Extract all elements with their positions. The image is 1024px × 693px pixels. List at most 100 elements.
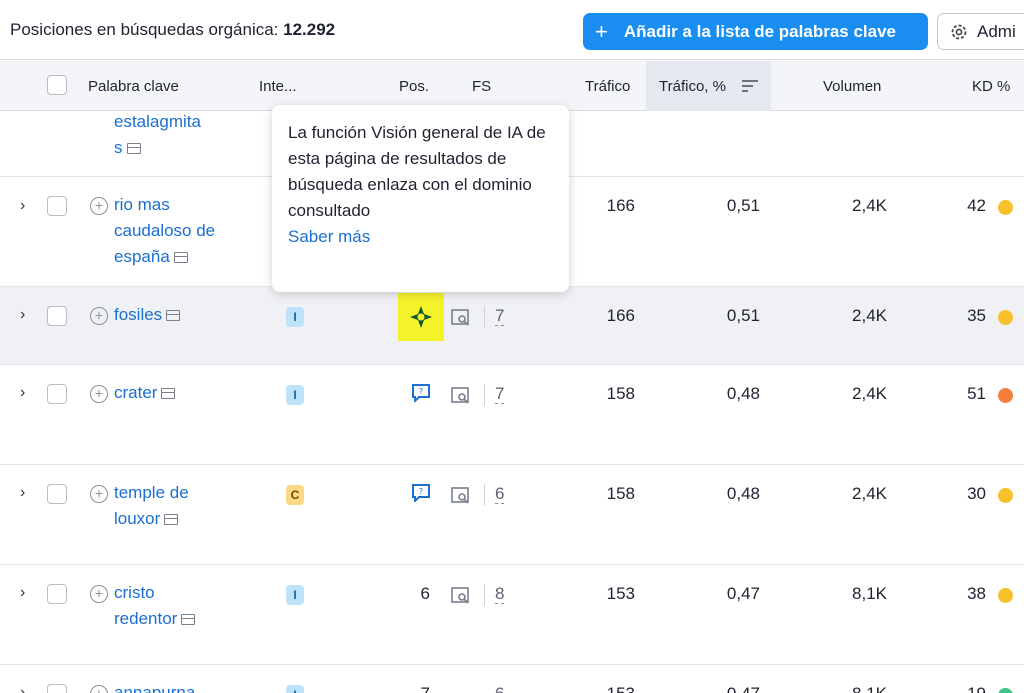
table-row: › + crater I ? 7 158 0,48 2,4K 51 bbox=[0, 365, 1024, 465]
serp-snapshot-icon[interactable] bbox=[181, 614, 196, 626]
serp-snapshot-icon[interactable] bbox=[166, 310, 181, 322]
position-value: 7 bbox=[410, 684, 430, 693]
col-intent[interactable]: Inte... bbox=[259, 78, 297, 95]
featured-snippet-icon[interactable]: ? bbox=[412, 484, 430, 502]
serp-snapshot-icon[interactable] bbox=[173, 252, 188, 264]
keyword-link[interactable]: fosiles bbox=[114, 302, 181, 328]
table-row: › + temple de louxor C ? 6 158 0,48 2,4K… bbox=[0, 465, 1024, 565]
positions-count: 12.292 bbox=[283, 20, 336, 39]
column-separator bbox=[484, 584, 485, 606]
expand-chevron-icon[interactable]: › bbox=[20, 584, 25, 602]
column-separator bbox=[484, 306, 485, 328]
col-volume[interactable]: Volumen bbox=[823, 78, 881, 95]
volume-value: 8,1K bbox=[820, 684, 887, 693]
keyword-link[interactable]: temple de louxor bbox=[114, 480, 189, 532]
col-traffic-percent[interactable]: Tráfico, % bbox=[646, 61, 771, 111]
learn-more-link[interactable]: Saber más bbox=[288, 224, 553, 250]
traffic-percent-value: 0,48 bbox=[726, 384, 760, 403]
kd-indicator bbox=[998, 588, 1013, 603]
row-checkbox[interactable] bbox=[47, 196, 67, 216]
table-header: Palabra clave Inte... Pos. FS Tráfico Tr… bbox=[0, 61, 1024, 111]
kd-value: 35 bbox=[967, 306, 986, 325]
row-checkbox[interactable] bbox=[47, 384, 67, 404]
traffic-percent-value: 0,48 bbox=[726, 484, 760, 503]
featured-snippet-icon[interactable]: ? bbox=[412, 384, 430, 402]
keyword-link[interactable]: crater bbox=[114, 380, 176, 406]
kd-indicator bbox=[998, 200, 1013, 215]
column-separator bbox=[484, 384, 485, 406]
col-fs[interactable]: FS bbox=[472, 78, 491, 95]
expand-chevron-icon[interactable]: › bbox=[20, 306, 25, 324]
column-separator bbox=[484, 484, 485, 506]
row-checkbox[interactable] bbox=[47, 306, 67, 326]
select-all-checkbox[interactable] bbox=[47, 75, 67, 95]
traffic-percent-value: 0,51 bbox=[726, 196, 760, 215]
intent-badge: I bbox=[286, 307, 304, 327]
row-checkbox[interactable] bbox=[47, 584, 67, 604]
col-kd[interactable]: KD % bbox=[972, 78, 1010, 95]
row-checkbox[interactable] bbox=[47, 684, 67, 693]
traffic-percent-value: 0,47 bbox=[726, 584, 760, 603]
intent-badge: I bbox=[286, 385, 304, 405]
serp-features-icon[interactable] bbox=[451, 309, 471, 327]
col-keyword[interactable]: Palabra clave bbox=[88, 78, 179, 95]
volume-value: 2,4K bbox=[852, 196, 887, 215]
add-keyword-icon[interactable]: + bbox=[90, 485, 108, 503]
add-to-keyword-list-button[interactable]: + Añadir a la lista de palabras clave bbox=[583, 13, 928, 50]
serp-snapshot-icon[interactable] bbox=[126, 143, 141, 155]
table-row: › + cristo redentor I 6 8 153 0,47 8,1K … bbox=[0, 565, 1024, 665]
add-keyword-icon[interactable]: + bbox=[90, 685, 108, 693]
row-checkbox[interactable] bbox=[47, 484, 67, 504]
volume-value: 8,1K bbox=[852, 584, 887, 603]
add-keyword-icon[interactable]: + bbox=[90, 585, 108, 603]
traffic-value: 166 bbox=[606, 196, 635, 215]
keyword-link[interactable]: estalagmita s bbox=[114, 109, 201, 161]
add-keyword-icon[interactable]: + bbox=[90, 307, 108, 325]
fs-count[interactable]: 8 bbox=[495, 585, 505, 604]
add-keyword-icon[interactable]: + bbox=[90, 385, 108, 403]
intent-badge: C bbox=[286, 485, 304, 505]
kd-value: 38 bbox=[967, 584, 986, 603]
serp-features-icon[interactable] bbox=[451, 387, 471, 405]
fs-count[interactable]: 6 bbox=[495, 685, 504, 693]
ai-overview-tooltip: La función Visión general de IA de esta … bbox=[272, 105, 569, 292]
volume-value: 2,4K bbox=[852, 484, 887, 503]
kd-value: 42 bbox=[967, 196, 986, 215]
intent-badge: I bbox=[286, 585, 304, 605]
admin-button[interactable]: Admi bbox=[937, 13, 1024, 50]
kd-indicator bbox=[998, 688, 1013, 693]
kd-indicator bbox=[998, 310, 1013, 325]
col-position[interactable]: Pos. bbox=[399, 78, 429, 95]
expand-chevron-icon[interactable]: › bbox=[20, 384, 25, 402]
kd-indicator bbox=[998, 488, 1013, 503]
kd-value: 19 bbox=[950, 684, 986, 693]
serp-snapshot-icon[interactable] bbox=[161, 388, 176, 400]
serp-features-icon[interactable] bbox=[451, 587, 471, 605]
fs-count[interactable]: 7 bbox=[495, 307, 505, 326]
traffic-value: 166 bbox=[606, 306, 635, 325]
serp-snapshot-icon[interactable] bbox=[164, 514, 179, 526]
keyword-link[interactable]: cristo redentor bbox=[114, 580, 196, 632]
serp-features-icon[interactable] bbox=[451, 487, 471, 505]
volume-value: 2,4K bbox=[852, 384, 887, 403]
expand-chevron-icon[interactable]: › bbox=[20, 197, 25, 215]
ai-overview-icon bbox=[410, 306, 432, 328]
table-row: › + fosiles I 7 166 0,51 2,4K 35 bbox=[0, 287, 1024, 365]
page-title: Posiciones en búsquedas orgánica: 12.292 bbox=[10, 20, 336, 39]
keyword-link[interactable]: annapurna bbox=[114, 680, 195, 693]
expand-chevron-icon[interactable]: › bbox=[20, 484, 25, 502]
fs-count[interactable]: 6 bbox=[495, 485, 505, 504]
traffic-value: 153 bbox=[606, 584, 635, 603]
col-traffic[interactable]: Tráfico bbox=[585, 78, 630, 95]
keyword-link[interactable]: rio mas caudaloso de españa bbox=[114, 192, 215, 270]
add-keyword-icon[interactable]: + bbox=[90, 197, 108, 215]
ai-overview-highlight[interactable] bbox=[398, 293, 444, 341]
volume-value: 2,4K bbox=[852, 306, 887, 325]
expand-chevron-icon[interactable]: › bbox=[20, 684, 25, 693]
traffic-percent-value: 0,47 bbox=[700, 684, 760, 693]
traffic-value: 158 bbox=[606, 384, 635, 403]
traffic-value: 153 bbox=[580, 684, 635, 693]
plus-icon: + bbox=[595, 18, 608, 44]
gear-icon bbox=[951, 24, 967, 39]
fs-count[interactable]: 7 bbox=[495, 385, 505, 404]
